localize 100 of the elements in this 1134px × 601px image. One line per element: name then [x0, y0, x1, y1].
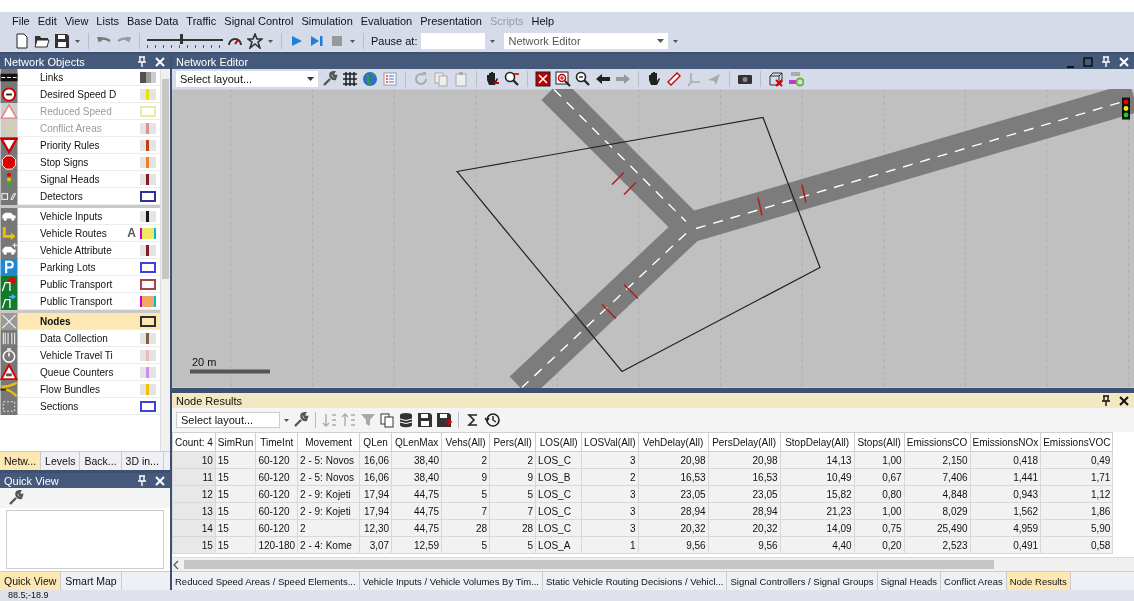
menu-item[interactable]: Edit	[33, 15, 61, 27]
speed-slider[interactable]	[147, 33, 223, 49]
object-row[interactable]: Nodes	[0, 313, 160, 330]
style-swatch[interactable]	[140, 278, 156, 290]
menu-item[interactable]: Base Data	[123, 15, 183, 27]
open-folder-icon[interactable]	[34, 33, 50, 49]
cube-delete-icon[interactable]	[768, 71, 784, 87]
object-row[interactable]: Links	[0, 69, 160, 86]
object-row[interactable]: Data Collection	[0, 330, 160, 347]
object-row[interactable]: Signal Heads	[0, 171, 160, 188]
grid-icon[interactable]	[342, 71, 358, 87]
hand-icon[interactable]	[484, 71, 500, 87]
close-icon[interactable]	[1118, 394, 1130, 407]
style-swatch[interactable]	[140, 261, 156, 273]
traffic-light-icon[interactable]	[1122, 97, 1130, 120]
column-header[interactable]: EmissionsCO	[904, 432, 971, 452]
view-select[interactable]: Network Editor	[504, 33, 669, 49]
colored-wrench-icon[interactable]	[788, 71, 804, 87]
wrench-icon[interactable]	[8, 490, 24, 506]
history-icon[interactable]	[484, 412, 500, 428]
column-header[interactable]: Movement	[297, 432, 360, 452]
dropdown-caret-icon[interactable]	[349, 38, 356, 44]
menu-item[interactable]: Simulation	[297, 15, 357, 27]
column-header[interactable]: LOSVal(All)	[581, 432, 639, 452]
panel-tab[interactable]: Quick View	[0, 572, 62, 590]
layout-select[interactable]: Select layout...	[176, 412, 280, 428]
new-file-icon[interactable]	[14, 33, 30, 49]
scrollbar[interactable]	[160, 69, 170, 451]
panel-tab[interactable]: 3D in...	[121, 452, 164, 470]
zoom-extent-icon[interactable]	[535, 71, 551, 87]
hand-icon[interactable]	[646, 71, 662, 87]
zoom-in-icon[interactable]	[555, 71, 571, 87]
legend-icon[interactable]	[382, 71, 398, 87]
network-canvas[interactable]: 20 m	[172, 89, 1134, 388]
dropdown-caret-icon[interactable]	[489, 38, 497, 44]
dropdown-caret-icon[interactable]	[283, 417, 290, 423]
database-icon[interactable]	[398, 412, 414, 428]
column-header[interactable]: QLen	[359, 432, 392, 452]
column-header[interactable]: Pers(All)	[489, 432, 536, 452]
panel-tab[interactable]: Back...	[80, 452, 122, 470]
panel-tab[interactable]: Levels	[41, 452, 81, 470]
object-row[interactable]: Vehicle Inputs	[0, 208, 160, 225]
object-row[interactable]: Parking Lots	[0, 259, 160, 276]
wrench-icon[interactable]	[293, 412, 309, 428]
menu-item[interactable]: Signal Control	[220, 15, 298, 27]
horizontal-scrollbar[interactable]	[172, 557, 1134, 571]
style-swatch[interactable]	[140, 190, 156, 202]
menu-item[interactable]: Presentation	[416, 15, 486, 27]
globe-icon[interactable]	[362, 71, 378, 87]
zoom-out-icon[interactable]	[575, 71, 591, 87]
object-row[interactable]: Public Transport	[0, 293, 160, 310]
menu-item[interactable]: Lists	[92, 15, 123, 27]
column-header[interactable]: StopDelay(All)	[780, 432, 855, 452]
column-header[interactable]: QLenMax	[391, 432, 442, 452]
object-row[interactable]: Queue Counters	[0, 364, 160, 381]
ruler-icon[interactable]	[666, 71, 682, 87]
column-header[interactable]: SimRun	[215, 432, 256, 452]
save-as-icon[interactable]	[436, 412, 452, 428]
object-row[interactable]: Sections	[0, 398, 160, 415]
column-header[interactable]: Count: 4	[172, 432, 216, 452]
column-header[interactable]: VehDelay(All)	[638, 432, 709, 452]
node-polygon[interactable]	[455, 116, 821, 373]
menu-item[interactable]: Help	[527, 15, 559, 27]
pause-field[interactable]	[421, 33, 486, 49]
menu-item[interactable]: File	[8, 15, 34, 27]
column-header[interactable]: EmissionsVOC	[1040, 432, 1113, 452]
dropdown-caret-icon[interactable]	[267, 38, 274, 44]
zoom-icon[interactable]	[504, 71, 520, 87]
layout-select[interactable]: Select layout...	[176, 71, 318, 87]
save-icon[interactable]	[54, 33, 70, 49]
object-row[interactable]: Vehicle Attribute	[0, 242, 160, 259]
back-arrow-icon[interactable]	[595, 71, 611, 87]
slider-thumb[interactable]	[180, 34, 184, 44]
style-swatch[interactable]	[140, 295, 156, 307]
object-row[interactable]: Detectors	[0, 188, 160, 205]
column-header[interactable]: EmissionsNOx	[970, 432, 1041, 452]
column-header[interactable]: TimeInt	[255, 432, 298, 452]
column-header[interactable]: PersDelay(All)	[708, 432, 781, 452]
save-icon[interactable]	[417, 412, 433, 428]
object-row[interactable]: Priority Rules	[0, 137, 160, 154]
menu-item[interactable]: View	[60, 15, 93, 27]
copy-icon[interactable]	[379, 412, 395, 428]
menu-item[interactable]: Evaluation	[356, 15, 417, 27]
column-header[interactable]: LOS(All)	[535, 432, 582, 452]
wrench-icon[interactable]	[322, 71, 338, 87]
column-header[interactable]: Stops(All)	[854, 432, 905, 452]
object-row[interactable]: Public Transport	[0, 276, 160, 293]
style-swatch[interactable]	[140, 400, 156, 412]
star-icon[interactable]	[247, 33, 263, 49]
maximize-icon[interactable]	[1082, 55, 1094, 68]
menu-item[interactable]: Traffic	[182, 15, 221, 27]
style-swatch[interactable]	[140, 315, 156, 327]
dropdown-caret-icon[interactable]	[74, 38, 81, 44]
step-icon[interactable]	[309, 33, 325, 49]
list-tab[interactable]: Node Results	[1006, 572, 1071, 590]
object-row[interactable]: Vehicle Routes A	[0, 225, 160, 242]
column-header[interactable]: Vehs(All)	[441, 432, 490, 452]
panel-tab[interactable]: Netw...	[0, 452, 42, 470]
scroll-left-icon[interactable]	[172, 559, 180, 570]
pin-icon[interactable]	[1100, 394, 1112, 407]
